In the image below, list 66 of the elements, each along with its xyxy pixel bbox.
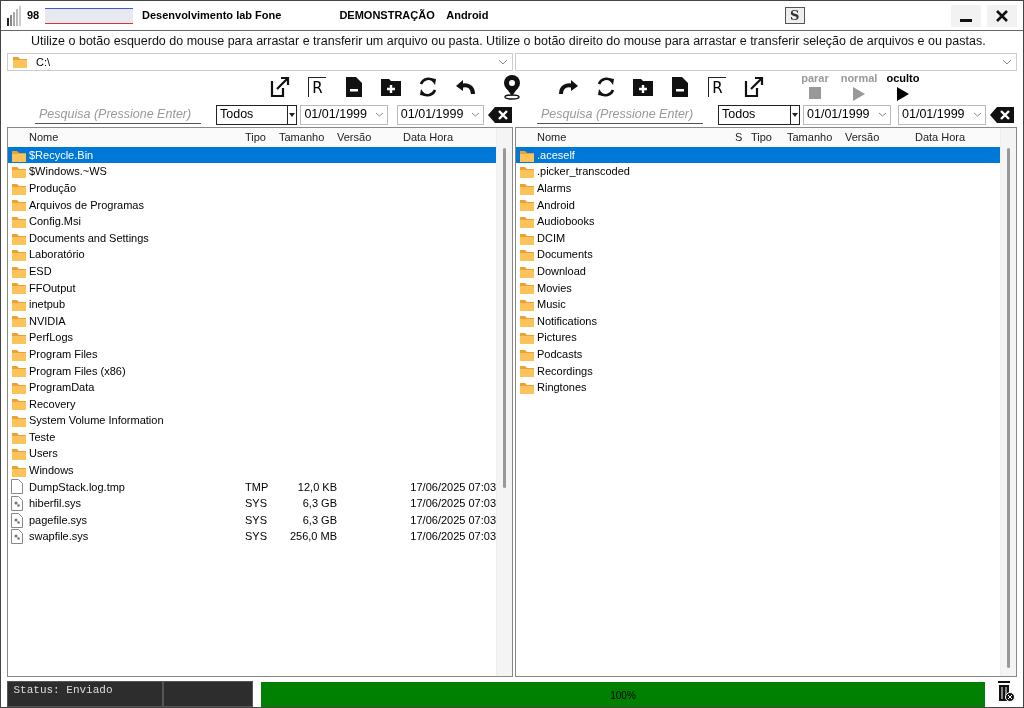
monitor-icon: S [784,7,805,24]
file-row[interactable]: Recovery [8,395,496,413]
file-row[interactable]: DumpStack.log.tmp TMP 12,0 KB 17/06/2025 07:03 [8,478,496,496]
file-row[interactable]: Config.Msi [8,213,496,230]
device-label: Android [446,8,489,24]
signal-value: 98 [27,8,40,24]
column-header[interactable]: Nome [29,129,245,146]
progress-value: 100% [610,688,636,702]
filter-dropdown[interactable]: Todos [216,104,298,125]
file-row[interactable]: DCIM [516,229,1000,247]
play-button[interactable]: oculto [881,72,925,101]
column-header[interactable]: Versão [845,129,915,146]
file-row[interactable]: Recordings [516,362,1000,380]
column-header[interactable]: Tipo [751,129,787,146]
file-row[interactable]: Notifications [516,312,1000,330]
file-row[interactable]: Audiobooks [516,213,1000,230]
file-row[interactable]: inetpub [8,296,496,313]
file-row[interactable]: Program Files [8,345,496,363]
column-header[interactable]: Versão [337,129,403,146]
file-row[interactable]: Documents [516,246,1000,263]
column-header[interactable]: Data Hora [915,129,1000,146]
path-dropdown[interactable]: C:\ [7,52,513,71]
file-row[interactable]: swapfile.sys SYS 256,0 MB 17/06/2025 07:03 [8,528,496,545]
file-row[interactable]: Windows [8,462,496,479]
file-row[interactable]: NVIDIA [8,312,496,330]
file-row[interactable]: FFOutput [8,279,496,297]
window-title: Desenvolvimento lab Fone [142,8,282,24]
filter-dropdown[interactable]: Todos [718,104,800,125]
column-header[interactable]: Tamanho [279,129,337,146]
end-date-field[interactable]: 01/01/1999 [396,104,485,125]
column-header[interactable]: Tipo [245,129,279,146]
file-row[interactable]: ProgramData [8,379,496,396]
column-header[interactable]: Data Hora [403,129,496,146]
file-row[interactable]: Users [8,445,496,463]
start-date-field[interactable]: 01/01/1999 [300,104,388,125]
file-row[interactable]: Music [516,296,1000,313]
file-row[interactable]: Program Files (x86) [8,362,496,380]
column-header[interactable]: S [735,129,751,146]
file-row[interactable]: .picker_transcoded [516,163,1000,180]
instruction-text: Utilize o botão esquerdo do mouse para arrastar e transferir um arquivo ou pasta. Utilize o botão direito do mouse para arrastar e transferir seleção de arquivos e ou pastas. [30,33,987,50]
file-row[interactable]: $Windows.~WS [8,163,496,180]
file-row[interactable]: Ringtones [516,379,1000,396]
mode-label: DEMONSTRAÇÃO [339,8,435,24]
file-row[interactable]: pagefile.sys SYS 6,3 GB 17/06/2025 07:03 [8,511,496,529]
file-row[interactable]: hiberfil.sys SYS 6,3 GB 17/06/2025 07:03 [8,495,496,512]
rename-button[interactable]: R [705,74,729,99]
status-text: Status: Enviado [7,681,163,707]
start-date-field[interactable]: 01/01/1999 [803,104,891,125]
file-row[interactable]: Arquivos de Programas [8,196,496,214]
column-header[interactable]: Tamanho [787,129,845,146]
file-row[interactable]: Laboratório [8,246,496,263]
file-row[interactable]: ESD [8,262,496,280]
file-row[interactable]: Alarms [516,179,1000,197]
file-row[interactable]: PerfLogs [8,329,496,346]
file-row[interactable]: Teste [8,428,496,446]
rename-button[interactable]: R [305,74,329,99]
column-header[interactable]: Nome [537,129,735,146]
end-date-field[interactable]: 01/01/1999 [898,104,986,125]
file-row[interactable]: System Volume Information [8,412,496,429]
file-row[interactable]: Pictures [516,329,1000,346]
file-row[interactable]: Movies [516,279,1000,297]
file-row[interactable]: Download [516,262,1000,280]
file-row[interactable]: Produção [8,179,496,197]
file-row[interactable]: Android [516,196,1000,214]
file-row[interactable]: Documents and Settings [8,229,496,247]
file-row[interactable]: Podcasts [516,345,1000,363]
